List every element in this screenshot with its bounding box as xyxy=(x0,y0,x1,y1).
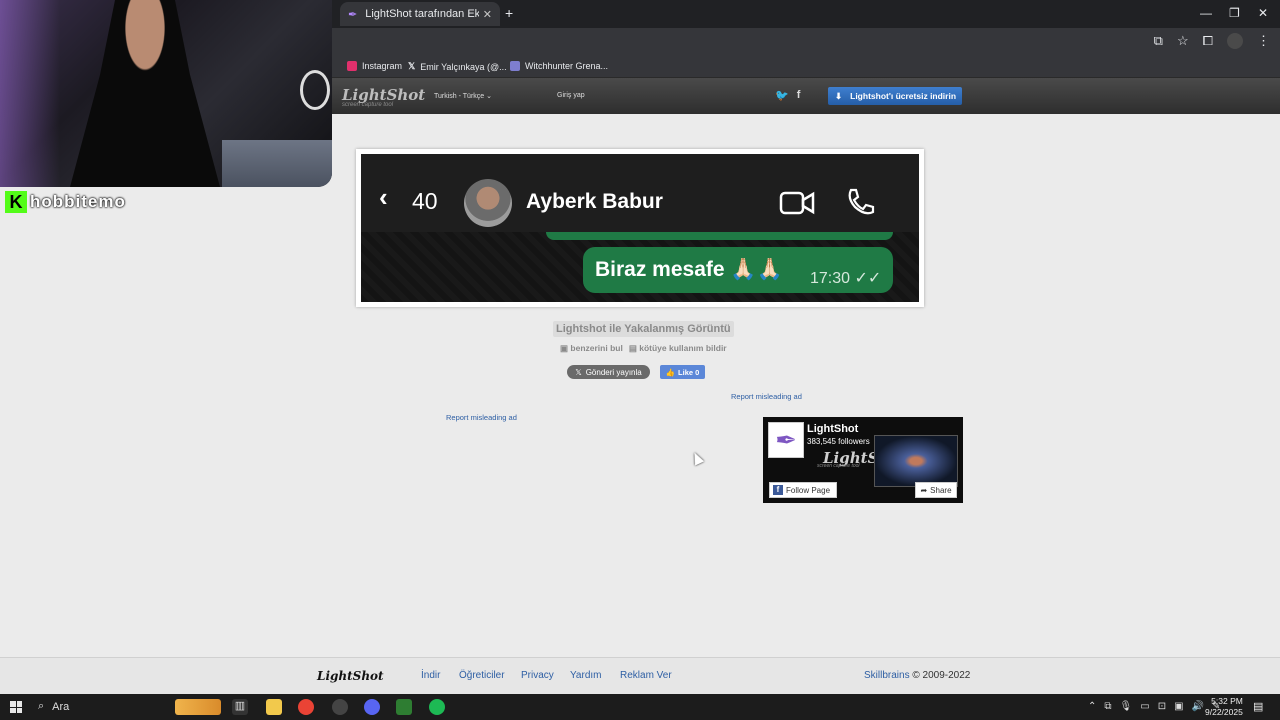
x-icon: 𝕏 xyxy=(408,61,416,71)
screenshot-frame: ‹ 40 Ayberk Babur Biraz mesafe 🙏🏻🙏🏻 17:3… xyxy=(356,149,924,307)
windows-start-icon[interactable] xyxy=(10,701,22,713)
notification-icon[interactable]: ▤ xyxy=(1253,700,1263,713)
minimize-button[interactable]: — xyxy=(1200,6,1212,20)
file-explorer-icon[interactable] xyxy=(266,699,282,715)
tweet-button[interactable]: 𝕏 Gönderi yayınla xyxy=(567,365,650,379)
facebook-like-button[interactable]: 👍 Like 0 xyxy=(660,365,705,379)
streamer-name: hobbitemo xyxy=(30,192,126,211)
facebook-icon[interactable]: f xyxy=(797,89,801,102)
bookmark-star-icon[interactable]: ☆ xyxy=(1177,33,1189,49)
battery-icon[interactable]: ▭ xyxy=(1140,701,1149,712)
tray-app-icon[interactable]: ⧉ xyxy=(1104,701,1111,712)
lightshot-feather-icon: ✒ xyxy=(768,422,804,458)
webcam-overlay xyxy=(0,0,332,187)
mouse-cursor-icon xyxy=(689,450,705,466)
volume-icon[interactable]: 🔊 xyxy=(1192,701,1204,712)
thumbs-up-icon: 👍 xyxy=(665,367,676,377)
display-icon[interactable]: ▣ xyxy=(1174,701,1183,712)
download-button[interactable]: ⬇ Lightshot'ı ücretsiz indirin xyxy=(828,87,962,105)
app-icon[interactable] xyxy=(396,699,412,715)
restore-button[interactable]: ❐ xyxy=(1229,6,1240,20)
chrome-icon[interactable] xyxy=(298,699,314,715)
download-icon: ⬇ xyxy=(835,90,843,101)
streamer-figure xyxy=(70,0,220,187)
copyright: Skillbrains © 2009-2022 xyxy=(864,670,971,681)
back-chevron-icon: ‹ xyxy=(379,182,388,212)
contact-avatar xyxy=(464,179,512,227)
lightshot-tagline: screen capture tool xyxy=(342,102,394,108)
network-icon[interactable]: ⊡ xyxy=(1158,701,1166,712)
menu-dots-icon[interactable]: ⋮ xyxy=(1257,33,1270,49)
extensions-icon[interactable]: ⧠ xyxy=(1203,33,1213,49)
tab-close-icon[interactable]: ✕ xyxy=(483,8,492,21)
fb-follow-button[interactable]: f Follow Page xyxy=(769,482,837,498)
window-close-button[interactable]: ✕ xyxy=(1258,6,1268,20)
new-tab-button[interactable]: + xyxy=(505,5,513,21)
facebook-icon: f xyxy=(773,485,783,495)
footer-link-help[interactable]: Yardım xyxy=(570,670,602,681)
phone-call-icon xyxy=(848,188,875,215)
facebook-page-widget[interactable]: ✒ LightShot 383,545 followers LightShot … xyxy=(763,417,963,503)
tab-title: LightShot tarafından Ekran Gör xyxy=(365,8,479,20)
skillbrains-link[interactable]: Skillbrains xyxy=(864,670,910,681)
image-caption: Lightshot ile Yakalanmış Görüntü xyxy=(553,321,734,337)
streamer-tag: K hobbitemo xyxy=(5,191,126,213)
contact-name: Ayberk Babur xyxy=(526,190,663,213)
login-link[interactable]: Giriş yap xyxy=(557,92,585,99)
footer-link-tutorials[interactable]: Öğreticiler xyxy=(459,670,505,681)
discord-icon[interactable] xyxy=(364,699,380,715)
video-call-icon xyxy=(779,191,815,215)
footer-logo[interactable]: LightShot xyxy=(317,669,384,683)
kick-logo-icon: K xyxy=(5,191,27,213)
image-actions: ▣ benzerini bul ▤ kötüye kullanım bildir xyxy=(560,343,727,354)
flag-icon: ▤ xyxy=(628,343,637,353)
previous-message-bubble xyxy=(546,232,893,240)
screenshot-image[interactable]: ‹ 40 Ayberk Babur Biraz mesafe 🙏🏻🙏🏻 17:3… xyxy=(361,154,919,302)
footer-link-privacy[interactable]: Privacy xyxy=(521,670,554,681)
share-icon: ➦ xyxy=(920,485,928,495)
report-ad-link[interactable]: Report misleading ad xyxy=(446,413,517,422)
browser-tab[interactable]: ✒ LightShot tarafından Ekran Gör ✕ xyxy=(340,2,500,26)
search-highlight-icon[interactable] xyxy=(175,699,221,715)
taskbar-search[interactable]: ⌕ Ara xyxy=(38,700,69,713)
footer-link-advertise[interactable]: Reklam Ver xyxy=(620,670,672,681)
fb-cover-thumbnail xyxy=(874,435,958,487)
system-tray: ⌃ ⧉ 🎙 ▭ ⊡ ▣ 🔊 ✎ xyxy=(1088,701,1220,712)
bookmark-instagram[interactable]: Instagram xyxy=(347,61,402,71)
twitter-icon[interactable]: 🐦 xyxy=(775,89,789,102)
shield-icon xyxy=(510,61,520,71)
report-abuse-link[interactable]: ▤ kötüye kullanım bildir xyxy=(629,343,727,354)
report-ad-link[interactable]: Report misleading ad xyxy=(731,392,802,401)
x-icon: 𝕏 xyxy=(575,367,582,377)
microphone-arm-icon xyxy=(300,70,330,110)
fb-page-name[interactable]: LightShot xyxy=(807,423,858,435)
obs-icon[interactable] xyxy=(332,699,348,715)
spotify-icon[interactable] xyxy=(429,699,445,715)
footer-link-download[interactable]: İndir xyxy=(421,670,440,681)
taskbar-clock[interactable]: 5:32 PM 9/22/2025 xyxy=(1205,696,1243,718)
message-text: Biraz mesafe 🙏🏻🙏🏻 xyxy=(595,258,783,281)
instagram-icon xyxy=(347,61,357,71)
install-app-icon[interactable]: ⧉ xyxy=(1154,33,1163,49)
camera-icon: ▣ xyxy=(560,343,569,353)
lightshot-favicon-icon: ✒ xyxy=(348,8,358,21)
chat-header: ‹ 40 Ayberk Babur xyxy=(361,154,919,232)
find-similar-link[interactable]: ▣ benzerini bul xyxy=(560,343,623,354)
search-icon: ⌕ xyxy=(38,700,45,712)
fb-share-button[interactable]: ➦ Share xyxy=(915,482,957,498)
fb-cover-tagline: screen capture tool xyxy=(817,463,860,469)
profile-avatar[interactable] xyxy=(1227,33,1243,49)
fb-followers: 383,545 followers xyxy=(807,437,870,446)
task-view-icon[interactable]: ▥ xyxy=(232,699,248,715)
microphone-icon[interactable]: 🎙 xyxy=(1120,701,1133,712)
bookmark-witchhunter[interactable]: Witchhunter Grena... xyxy=(510,61,608,71)
unread-count: 40 xyxy=(412,188,438,214)
windows-taskbar: ⌕ Ara ▥ ⌃ ⧉ 🎙 ▭ ⊡ ▣ 🔊 ✎ 5:32 PM 9/22/202… xyxy=(0,694,1280,720)
language-select[interactable]: Turkish - Türkçe ⌄ xyxy=(434,92,492,100)
chevron-up-icon[interactable]: ⌃ xyxy=(1088,701,1096,712)
page-footer: LightShot İndir Öğreticiler Privacy Yard… xyxy=(0,657,1280,694)
bookmark-x-profile[interactable]: 𝕏 Emir Yalçınkaya (@... xyxy=(408,61,507,72)
message-time: 17:30 ✓✓ xyxy=(810,270,882,287)
